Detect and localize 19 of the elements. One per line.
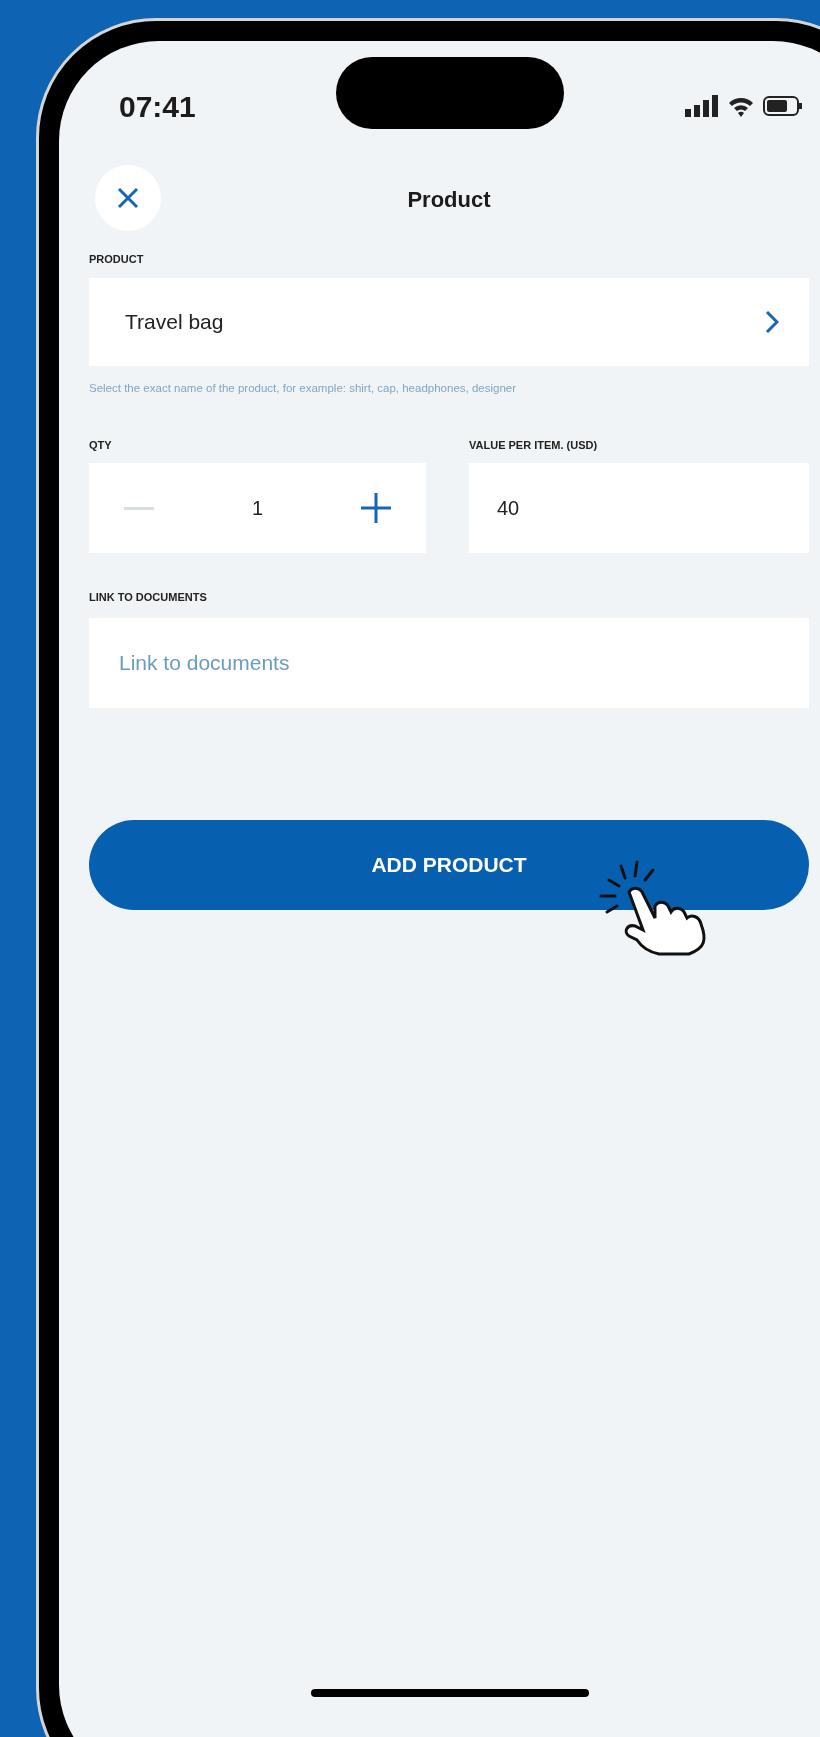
minus-icon <box>124 506 154 510</box>
page-title: Product <box>407 185 491 214</box>
battery-icon <box>763 95 803 117</box>
product-select[interactable]: Travel bag <box>89 277 809 366</box>
wifi-icon <box>727 95 755 117</box>
chevron-right-icon <box>765 309 779 334</box>
field-label: PRODUCT <box>89 252 145 267</box>
field-label: QTY <box>89 437 113 453</box>
documents-link-input[interactable]: Link to documents <box>89 617 809 708</box>
signal-icon <box>685 95 719 117</box>
add-product-button[interactable]: ADD PRODUCT <box>89 819 809 910</box>
value-input[interactable]: 40 <box>469 463 809 554</box>
product-hint: Select the exact name of the product, for example: shirt, cap, headphones, designer <box>89 380 518 396</box>
status-time: 07:41 <box>119 88 196 125</box>
quantity-value: 1 <box>251 496 264 522</box>
field-label: VALUE PER ITEM. (USD) <box>469 437 599 453</box>
close-icon <box>117 187 139 209</box>
plus-icon <box>361 493 391 524</box>
field-label: LINK TO DOCUMENTS <box>89 590 208 606</box>
